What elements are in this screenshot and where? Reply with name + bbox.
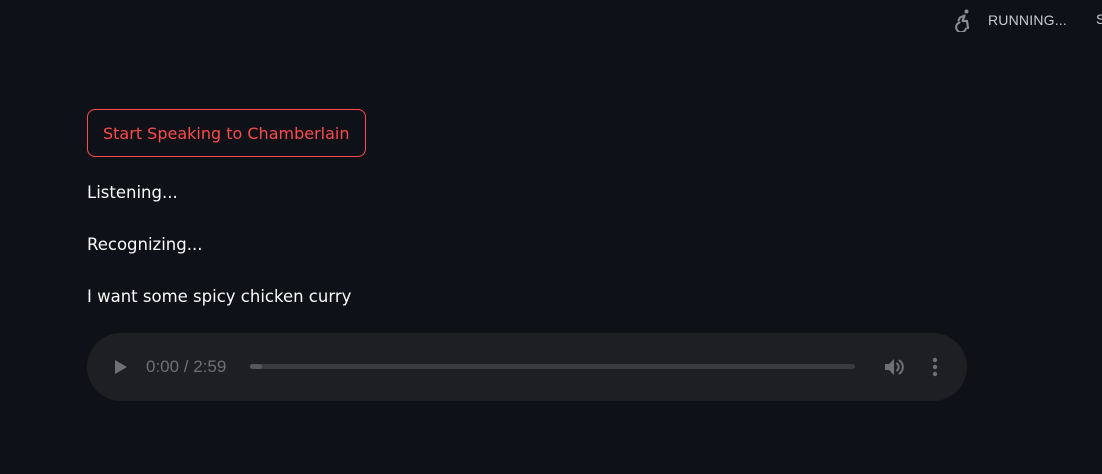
start-speaking-button[interactable]: Start Speaking to Chamberlain (87, 109, 366, 157)
status-message-recognizing: Recognizing... (87, 235, 203, 254)
audio-player: 0:00 / 2:59 (87, 333, 967, 401)
audio-progress-bar[interactable] (250, 364, 855, 369)
status-text: RUNNING... (988, 12, 1067, 28)
status-widget: RUNNING... (950, 6, 1067, 34)
audio-time-display: 0:00 / 2:59 (146, 357, 227, 376)
play-icon[interactable] (111, 357, 131, 377)
transcribed-text: I want some spicy chicken curry (87, 287, 352, 306)
status-message-listening: Listening... (87, 183, 178, 202)
volume-icon[interactable] (883, 356, 905, 378)
app-page: RUNNING... S Start Speaking to Chamberla… (0, 0, 1102, 474)
more-options-icon[interactable] (926, 355, 944, 379)
running-person-icon (950, 7, 976, 33)
header-overflow-text[interactable]: S (1096, 11, 1102, 27)
audio-progress-fill (250, 364, 263, 369)
